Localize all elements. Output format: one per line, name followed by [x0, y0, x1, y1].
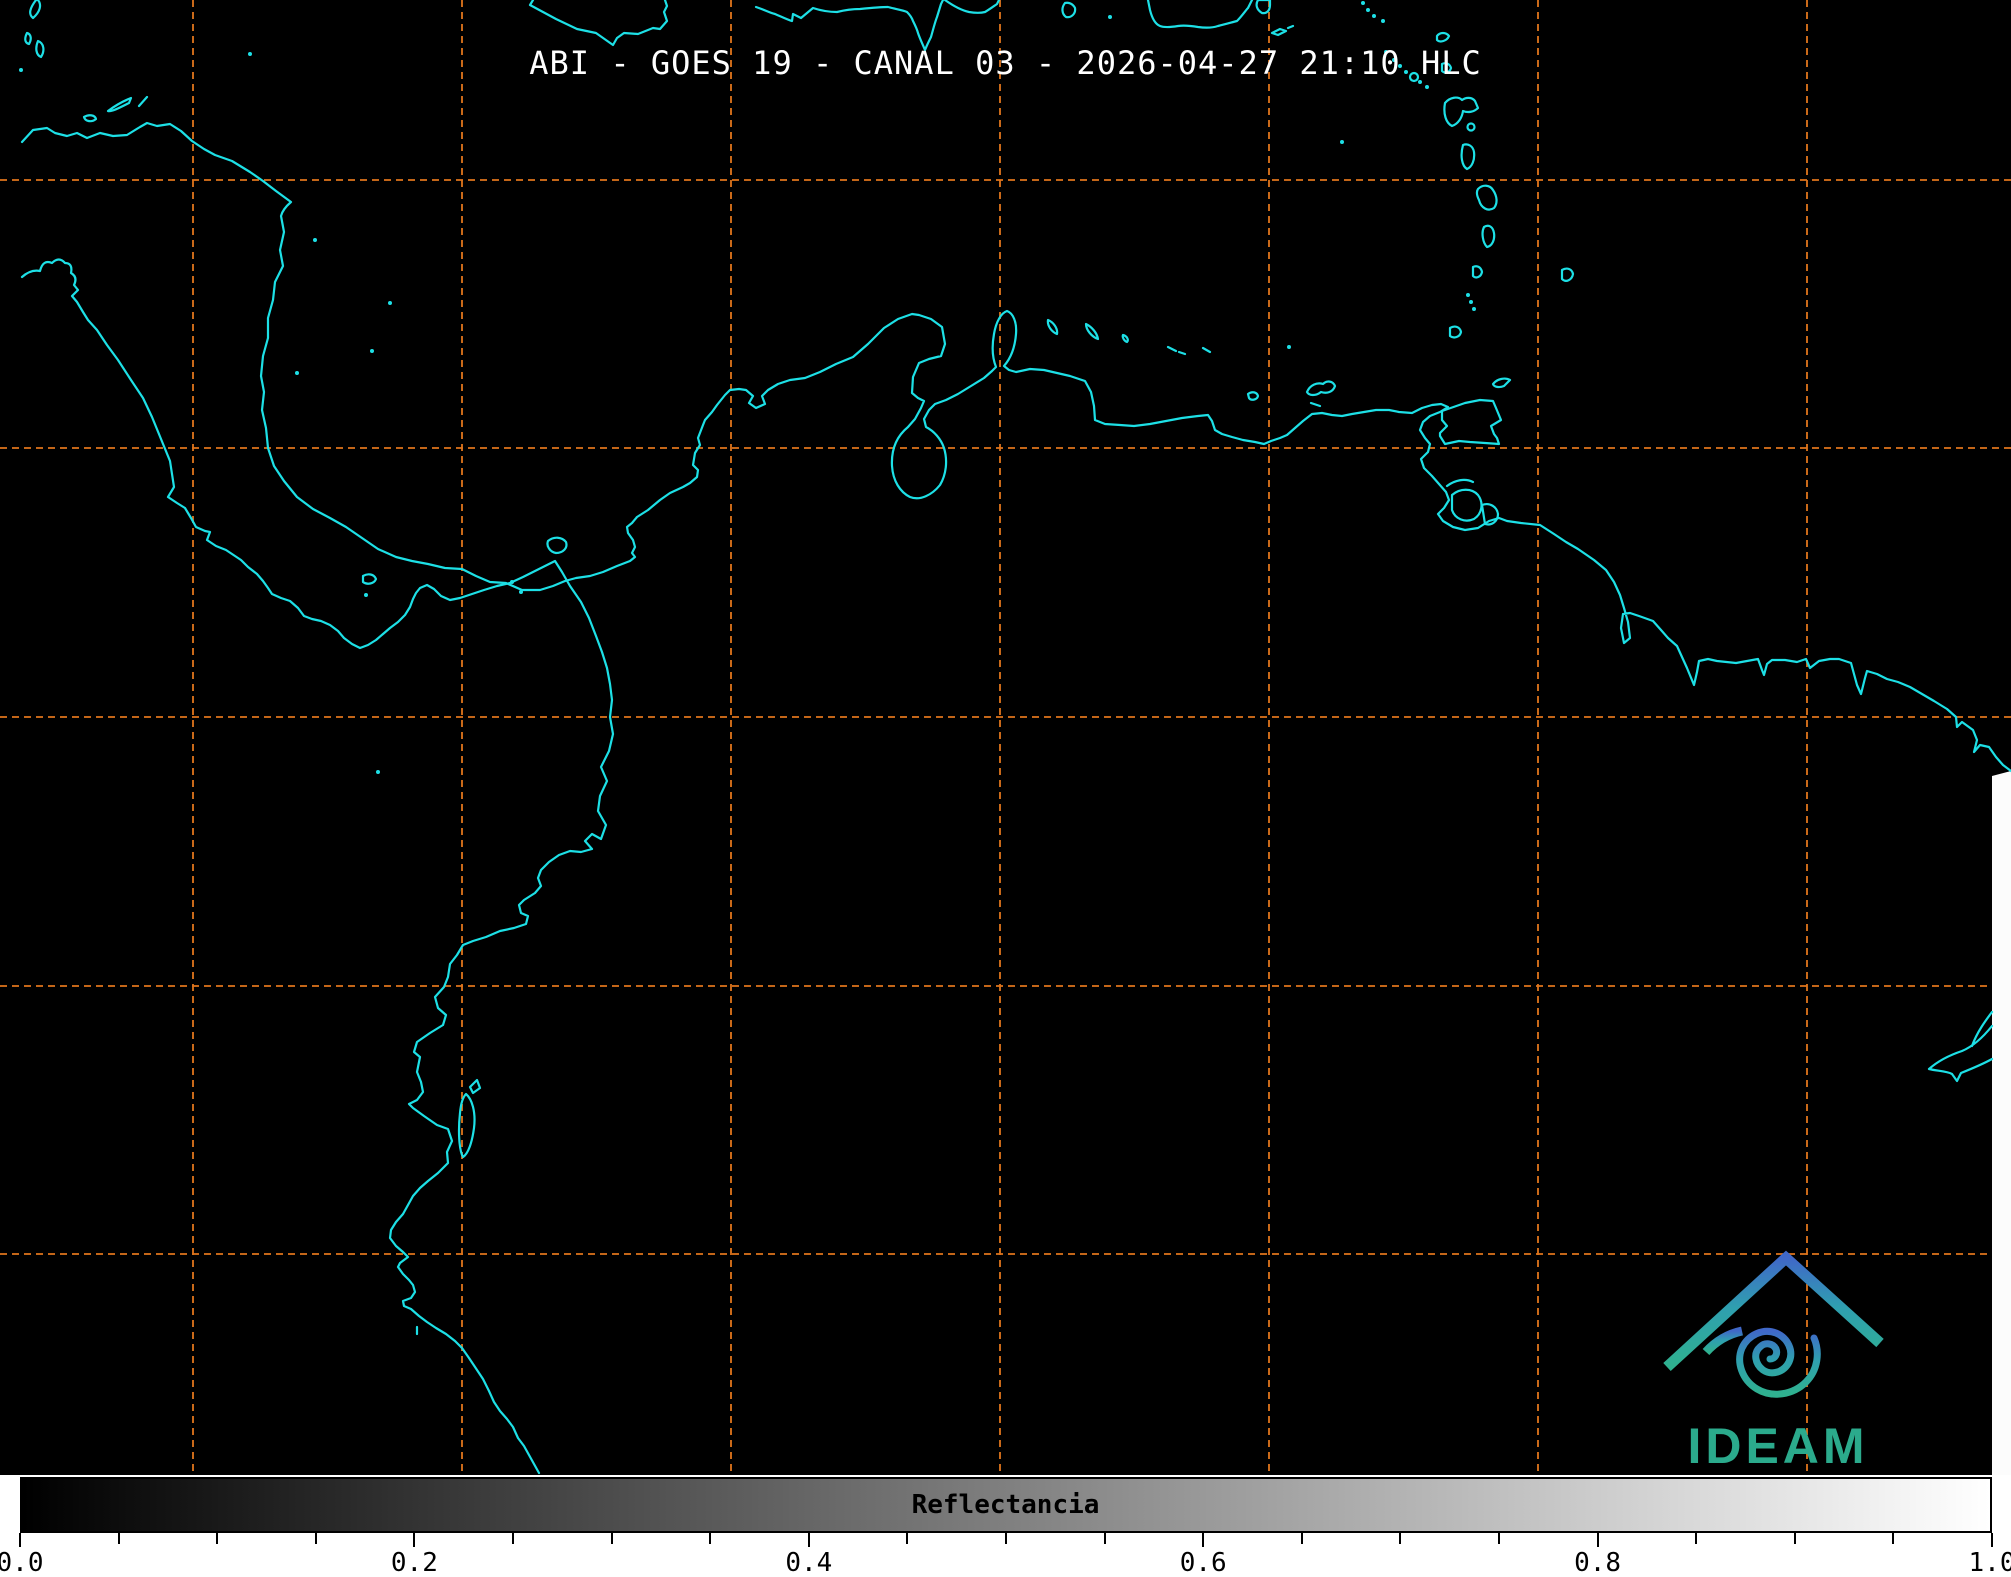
colorbar-tick	[1301, 1533, 1303, 1544]
colorbar-tick	[1991, 1533, 1993, 1547]
coastline-puerto-rico	[1148, 0, 1252, 28]
colorbar-tick	[19, 1533, 21, 1547]
coastline-small-islands-top	[1062, 0, 1270, 17]
coastline-offshore-islands	[363, 538, 566, 1334]
coastline-orinoco-delta	[1447, 480, 1498, 525]
colorbar-tick	[1005, 1533, 1007, 1544]
colorbar-tick	[1498, 1533, 1500, 1544]
colorbar-tick	[315, 1533, 317, 1544]
colorbar-tick-label: 1.0	[1947, 1548, 2011, 1577]
coastline-jamaica	[530, 0, 667, 45]
colorbar-tick	[512, 1533, 514, 1544]
image-title: ABI - GOES 19 - CANAL 03 - 2026-04-27 21…	[0, 44, 2011, 82]
logo-wordmark: IDEAM	[1687, 1418, 1868, 1474]
coastline-caribbean-southamerica	[22, 123, 2011, 771]
colorbar-tick	[1104, 1533, 1106, 1544]
colorbar-tick	[1794, 1533, 1796, 1544]
satellite-map: IDEAM ABI - GOES 19 - CANAL 03 - 2026-04…	[0, 0, 2011, 1475]
coastline-brazil-fragment	[1929, 1012, 1992, 1081]
colorbar-tick	[413, 1533, 415, 1547]
coastline-pacific	[22, 260, 613, 1474]
colorbar-tick	[1399, 1533, 1401, 1544]
colorbar-tick	[1202, 1533, 1204, 1547]
colorbar-tick-label: 0.0	[0, 1548, 65, 1577]
colorbar-tick-label: 0.2	[369, 1548, 459, 1577]
caribbean-islets	[19, 52, 392, 375]
coastline-hispaniola-west	[756, 0, 943, 50]
ideam-logo: IDEAM	[1667, 1258, 1880, 1474]
map-canvas: IDEAM	[0, 0, 2011, 1475]
coastlines	[19, 0, 2011, 1473]
colorbar-tick	[1695, 1533, 1697, 1544]
coastline-trinidad	[1440, 400, 1501, 444]
satellite-image-viewer: IDEAM ABI - GOES 19 - CANAL 03 - 2026-04…	[0, 0, 2011, 1577]
coastline-hispaniola-east	[945, 0, 999, 13]
colorbar-tick	[1892, 1533, 1894, 1544]
data-edge-band	[1992, 771, 2011, 1475]
logo-eye-corner	[1706, 1331, 1742, 1352]
pacific-islets	[364, 580, 523, 774]
colorbar-tick	[216, 1533, 218, 1544]
colorbar-tick	[611, 1533, 613, 1544]
colorbar-tick-label: 0.8	[1553, 1548, 1643, 1577]
colorbar-label: Reflectancia	[0, 1490, 2011, 1520]
logo-spiral-icon	[1740, 1331, 1818, 1394]
colorbar-tick	[1597, 1533, 1599, 1547]
colorbar-tick-label: 0.6	[1158, 1548, 1248, 1577]
colorbar-tick-label: 0.4	[764, 1548, 854, 1577]
colorbar-tick	[906, 1533, 908, 1544]
colorbar-tick	[808, 1533, 810, 1547]
islet-dot	[1287, 345, 1291, 349]
graticule-gridlines	[0, 0, 2011, 1475]
colorbar-tick	[118, 1533, 120, 1544]
colorbar-tick	[709, 1533, 711, 1544]
